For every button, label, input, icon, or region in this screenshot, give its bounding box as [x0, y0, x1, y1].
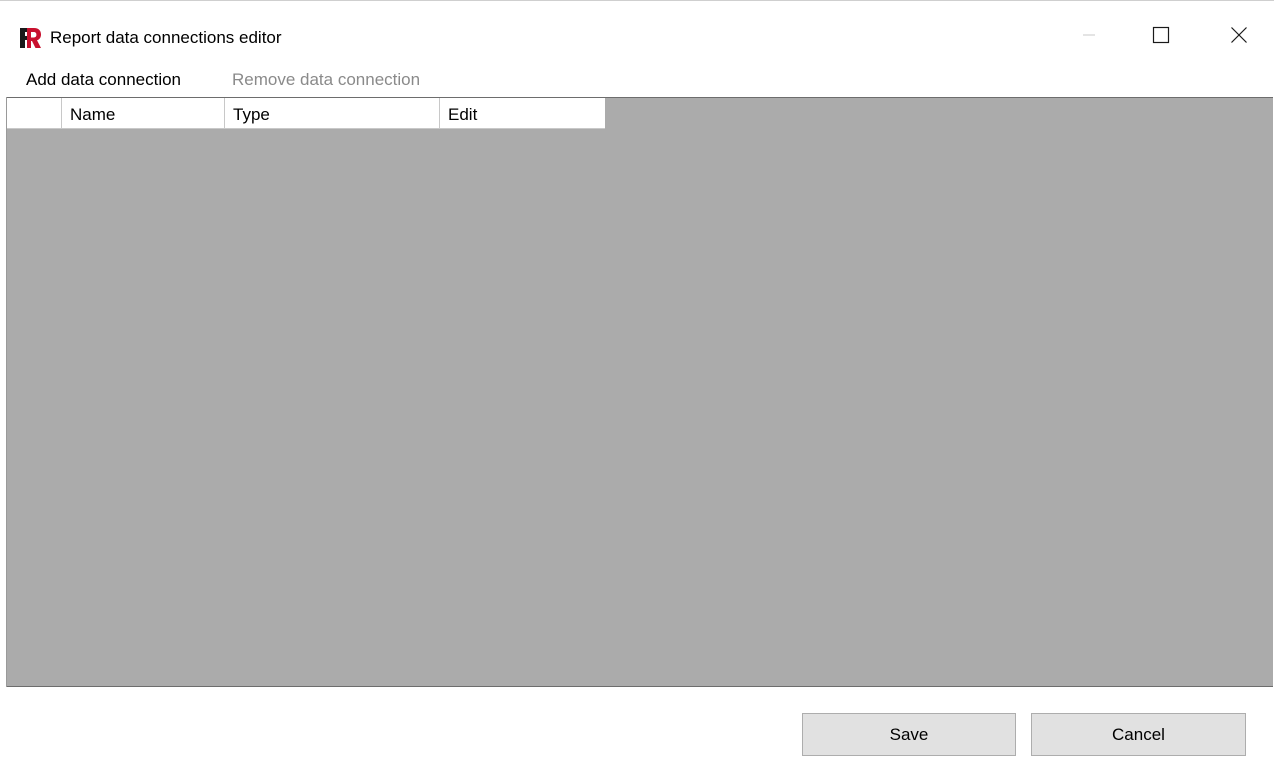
grid-row-header-corner[interactable] [7, 98, 62, 129]
dialog-window: Report data connections editor Add data … [0, 0, 1274, 774]
window-title: Report data connections editor [50, 28, 282, 47]
remove-data-connection-menu-item: Remove data connection [232, 70, 421, 89]
maximize-button[interactable] [1138, 15, 1184, 55]
title-bar[interactable]: Report data connections editor [0, 1, 1274, 65]
save-button[interactable]: Save [802, 713, 1016, 756]
cancel-button[interactable]: Cancel [1031, 713, 1246, 756]
menu-bar: Add data connection Remove data connecti… [0, 65, 1274, 95]
add-data-connection-menu-item[interactable]: Add data connection [26, 70, 181, 90]
maximize-icon [1152, 26, 1170, 44]
column-header-type[interactable]: Type [225, 98, 440, 129]
fastreport-logo-icon [20, 28, 41, 48]
column-header-edit[interactable]: Edit [440, 98, 605, 129]
connections-grid[interactable]: Name Type Edit [7, 97, 1273, 687]
column-header-name[interactable]: Name [62, 98, 225, 129]
close-icon [1231, 27, 1247, 43]
grid-header-row: Name Type Edit [7, 98, 605, 129]
minimize-icon [1083, 34, 1095, 36]
close-button[interactable] [1216, 15, 1262, 55]
minimize-button[interactable] [1066, 15, 1112, 55]
